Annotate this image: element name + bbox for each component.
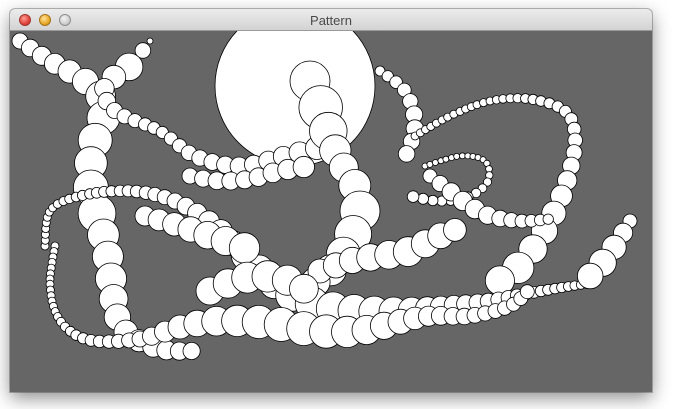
pattern-circle xyxy=(417,192,430,205)
pattern-circle xyxy=(453,153,461,160)
pattern-circle xyxy=(182,341,201,360)
pattern-canvas[interactable] xyxy=(10,31,652,392)
pattern-circle xyxy=(397,145,416,163)
pattern-circle xyxy=(228,232,261,264)
pattern-circle xyxy=(406,190,420,203)
pattern-circle xyxy=(442,155,450,163)
pattern-circle xyxy=(146,37,154,45)
pattern-circle xyxy=(427,194,439,207)
window-title: Pattern xyxy=(310,13,352,28)
pattern-drawing xyxy=(11,31,638,361)
pattern-circle xyxy=(292,155,315,179)
title-bar[interactable]: Pattern xyxy=(10,9,652,31)
pattern-circle xyxy=(426,160,434,168)
app-window: Pattern xyxy=(10,9,652,392)
pattern-circle xyxy=(443,218,467,242)
pattern-circle xyxy=(542,213,554,225)
pattern-circle xyxy=(519,284,535,300)
pattern-circle xyxy=(577,262,604,290)
pattern-circle xyxy=(289,273,319,304)
pattern-circle xyxy=(431,159,439,166)
